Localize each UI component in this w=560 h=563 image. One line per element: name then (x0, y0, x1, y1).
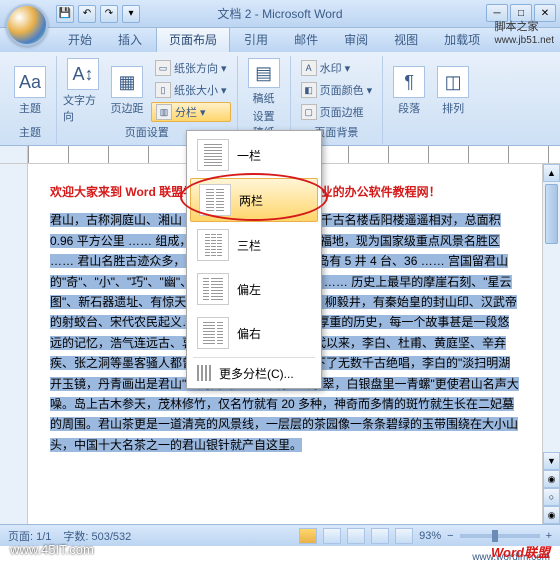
ribbon-tabs: 开始 插入 页面布局 引用 邮件 审阅 视图 加载项 (0, 28, 560, 52)
columns-button[interactable]: ▥分栏 ▾ (151, 102, 231, 122)
office-button[interactable] (6, 4, 48, 46)
tab-insert[interactable]: 插入 (106, 27, 154, 52)
draft-paper-icon: ▤ (248, 58, 280, 88)
arrange-button[interactable]: ◫排列 (433, 58, 473, 124)
margins-icon: ▦ (111, 66, 143, 98)
prev-page-icon[interactable]: ◉ (543, 470, 560, 488)
scroll-down-icon[interactable]: ▼ (543, 452, 560, 470)
watermark-icon: A (301, 60, 317, 76)
title-bar: 💾 ↶ ↷ ▾ 文档 2 - Microsoft Word ─ □ ✕ (0, 0, 560, 28)
window-title: 文档 2 - Microsoft Word (217, 5, 342, 22)
tab-mailings[interactable]: 邮件 (282, 27, 330, 52)
arrange-icon: ◫ (437, 66, 469, 98)
vertical-ruler[interactable] (0, 164, 28, 524)
text-direction-button[interactable]: A↕ 文字方向 (63, 58, 103, 124)
left-column-icon (197, 273, 229, 305)
themes-button[interactable]: Aa 主题 (10, 58, 50, 124)
zoom-in-icon[interactable]: + (546, 530, 552, 542)
browse-object-icon[interactable]: ○ (543, 488, 560, 506)
save-icon[interactable]: 💾 (56, 5, 74, 23)
page-borders-button[interactable]: ▢页面边框 (297, 102, 377, 122)
next-page-icon[interactable]: ◉ (543, 506, 560, 524)
columns-left[interactable]: 偏左 (189, 267, 319, 311)
page-color-icon: ◧ (301, 82, 317, 98)
scroll-up-icon[interactable]: ▲ (543, 164, 560, 182)
size-button[interactable]: ▯纸张大小 ▾ (151, 80, 231, 100)
orientation-icon: ▭ (155, 60, 171, 76)
zoom-level[interactable]: 93% (419, 530, 441, 542)
right-column-icon (197, 317, 229, 349)
doc-red-intro-end: 专业的办公软件教程网！ (309, 185, 441, 199)
quick-access-toolbar: 💾 ↶ ↷ ▾ (56, 5, 140, 23)
vertical-scrollbar[interactable]: ▲ ▼ ◉ ○ ◉ (542, 164, 560, 524)
orientation-button[interactable]: ▭纸张方向 ▾ (151, 58, 231, 78)
redo-icon[interactable]: ↷ (100, 5, 118, 23)
watermark-button[interactable]: A水印 ▾ (297, 58, 377, 78)
page-border-icon: ▢ (301, 104, 317, 120)
paragraph-icon: ¶ (393, 66, 425, 98)
margins-button[interactable]: ▦ 页边距 (107, 58, 147, 124)
doc-red-intro: 欢迎大家来到 Word 联盟学 (50, 185, 195, 199)
watermark-top: 脚本之家 www.jb51.net (495, 18, 554, 46)
three-column-icon (197, 229, 229, 261)
zoom-out-icon[interactable]: − (447, 530, 453, 542)
footer-watermarks: www.45IT.com Word联盟 (0, 542, 560, 561)
tab-page-layout[interactable]: 页面布局 (156, 26, 230, 52)
columns-two[interactable]: 两栏 (190, 178, 318, 222)
columns-icon: ▥ (156, 104, 172, 120)
undo-icon[interactable]: ↶ (78, 5, 96, 23)
tab-references[interactable]: 引用 (232, 27, 280, 52)
page-color-button[interactable]: ◧页面颜色 ▾ (297, 80, 377, 100)
columns-right[interactable]: 偏右 (189, 311, 319, 355)
menu-separator (193, 357, 315, 358)
two-column-icon (199, 184, 231, 216)
columns-one[interactable]: 一栏 (189, 133, 319, 177)
group-paragraph: ¶段落 ◫排列 (383, 56, 479, 144)
size-icon: ▯ (155, 82, 171, 98)
draft-paper-button[interactable]: ▤ 稿纸 设置 (244, 58, 284, 124)
group-themes: Aa 主题 主题 (4, 56, 57, 144)
tab-view[interactable]: 视图 (382, 27, 430, 52)
one-column-icon (197, 139, 229, 171)
tab-review[interactable]: 审阅 (332, 27, 380, 52)
zoom-thumb[interactable] (492, 530, 498, 542)
footer-brand: Word联盟 (491, 542, 550, 561)
tab-addins[interactable]: 加载项 (432, 27, 492, 52)
columns-more[interactable]: 更多分栏(C)... (189, 360, 319, 386)
ruler-corner (0, 146, 28, 163)
themes-icon: Aa (14, 66, 46, 98)
text-direction-icon: A↕ (67, 58, 99, 90)
scroll-thumb[interactable] (545, 184, 558, 244)
zoom-slider[interactable] (460, 534, 540, 538)
qat-dropdown-icon[interactable]: ▾ (122, 5, 140, 23)
more-columns-icon (197, 365, 213, 381)
tab-home[interactable]: 开始 (56, 27, 104, 52)
footer-left-url: www.45IT.com (10, 542, 94, 561)
columns-dropdown: 一栏 两栏 三栏 偏左 偏右 更多分栏(C)... (186, 130, 322, 389)
columns-three[interactable]: 三栏 (189, 223, 319, 267)
paragraph-button[interactable]: ¶段落 (389, 58, 429, 124)
